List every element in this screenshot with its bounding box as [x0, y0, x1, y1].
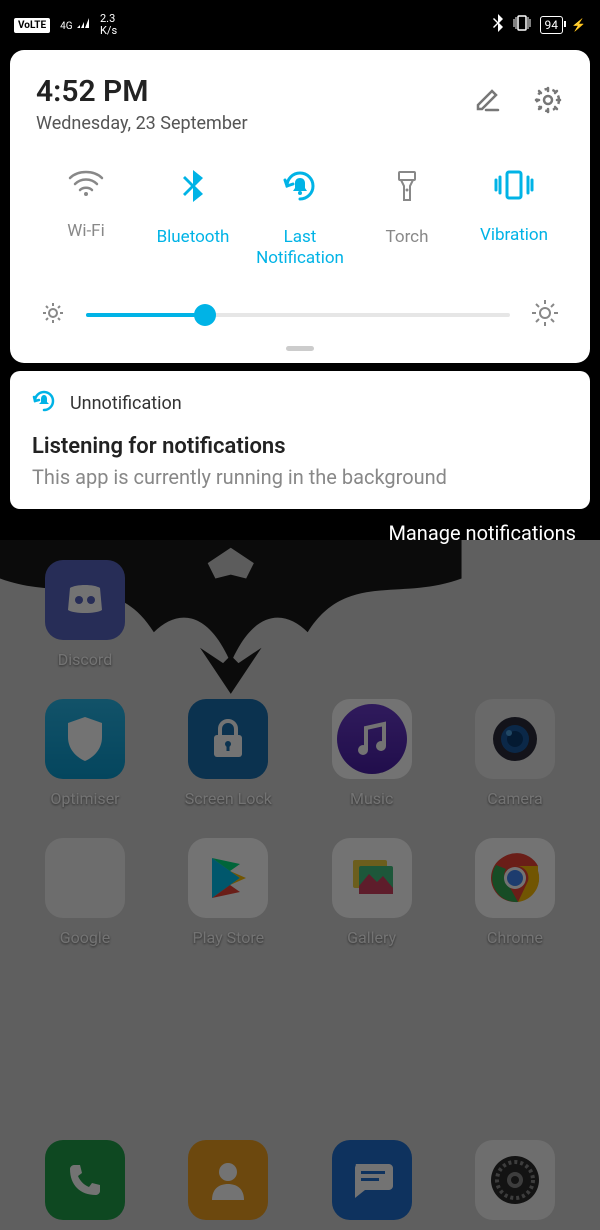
app-messages[interactable]	[327, 1140, 417, 1220]
vibrate-icon	[512, 15, 532, 35]
speed-indicator: 2.3 K/s	[100, 13, 117, 37]
app-playstore[interactable]: Play Store	[183, 838, 273, 947]
wallpaper	[0, 540, 600, 1230]
app-discord[interactable]: Discord	[40, 560, 130, 669]
bluetooth-icon	[492, 14, 504, 36]
settings-icon[interactable]	[532, 84, 564, 120]
app-icon	[32, 389, 56, 418]
torch-icon	[395, 168, 419, 209]
brightness-thumb[interactable]	[194, 304, 216, 326]
google-folder-icon	[45, 838, 125, 918]
brightness-high-icon	[530, 298, 560, 332]
settings-gear-icon	[475, 1140, 555, 1220]
wallpaper-bat	[0, 540, 462, 740]
panel-drag-handle[interactable]	[286, 346, 314, 351]
last-notification-toggle[interactable]: Last Notification	[250, 168, 350, 270]
status-bar: VoLTE 4G 2.3 K/s 94 ⚡	[0, 0, 600, 50]
edit-icon[interactable]	[472, 85, 502, 119]
app-music[interactable]: Music	[327, 699, 417, 808]
datetime-block[interactable]: 4:52 PM Wednesday, 23 September	[36, 74, 248, 134]
camera-icon	[475, 699, 555, 779]
app-camera[interactable]: Camera	[470, 699, 560, 808]
quick-settings-panel: 4:52 PM Wednesday, 23 September Wi-Fi Bl…	[10, 50, 590, 363]
brightness-row	[36, 298, 564, 332]
vibration-toggle[interactable]: Vibration	[464, 168, 564, 270]
manage-notifications-link[interactable]: Manage notifications	[0, 509, 600, 545]
wifi-icon	[68, 168, 104, 203]
notification-body: This app is currently running in the bac…	[32, 465, 568, 489]
app-google-folder[interactable]: Google	[40, 838, 130, 947]
chrome-icon	[475, 838, 555, 918]
phone-icon	[45, 1140, 125, 1220]
network-icon: 4G	[60, 17, 90, 33]
bluetooth-icon	[181, 168, 205, 209]
screenlock-icon	[188, 699, 268, 779]
torch-toggle[interactable]: Torch	[357, 168, 457, 270]
app-gallery[interactable]: Gallery	[327, 838, 417, 947]
optimiser-icon	[45, 699, 125, 779]
date-label: Wednesday, 23 September	[36, 113, 248, 134]
music-icon	[337, 704, 407, 774]
app-settings[interactable]	[470, 1140, 560, 1220]
brightness-slider[interactable]	[86, 313, 510, 317]
app-phone[interactable]	[40, 1140, 130, 1220]
time-label: 4:52 PM	[36, 74, 248, 109]
notification-history-icon	[281, 168, 319, 209]
vibration-icon	[494, 168, 534, 207]
wifi-toggle[interactable]: Wi-Fi	[36, 168, 136, 270]
app-chrome[interactable]: Chrome	[470, 838, 560, 947]
app-optimiser[interactable]: Optimiser	[40, 699, 130, 808]
contacts-icon	[188, 1140, 268, 1220]
playstore-icon	[188, 838, 268, 918]
battery-indicator: 94	[540, 16, 564, 34]
app-name: Unnotification	[70, 393, 182, 414]
notification-title: Listening for notifications	[32, 434, 568, 459]
volte-badge: VoLTE	[14, 18, 50, 33]
notification-card[interactable]: Unnotification Listening for notificatio…	[10, 371, 590, 509]
home-screen: Discord Optimiser Screen Lock Music	[0, 540, 600, 1230]
brightness-low-icon	[40, 300, 66, 330]
messages-icon	[332, 1140, 412, 1220]
charging-icon: ⚡	[571, 18, 586, 32]
app-screenlock[interactable]: Screen Lock	[183, 699, 273, 808]
app-contacts[interactable]	[183, 1140, 273, 1220]
discord-icon	[45, 560, 125, 640]
gallery-icon	[332, 838, 412, 918]
bluetooth-toggle[interactable]: Bluetooth	[143, 168, 243, 270]
